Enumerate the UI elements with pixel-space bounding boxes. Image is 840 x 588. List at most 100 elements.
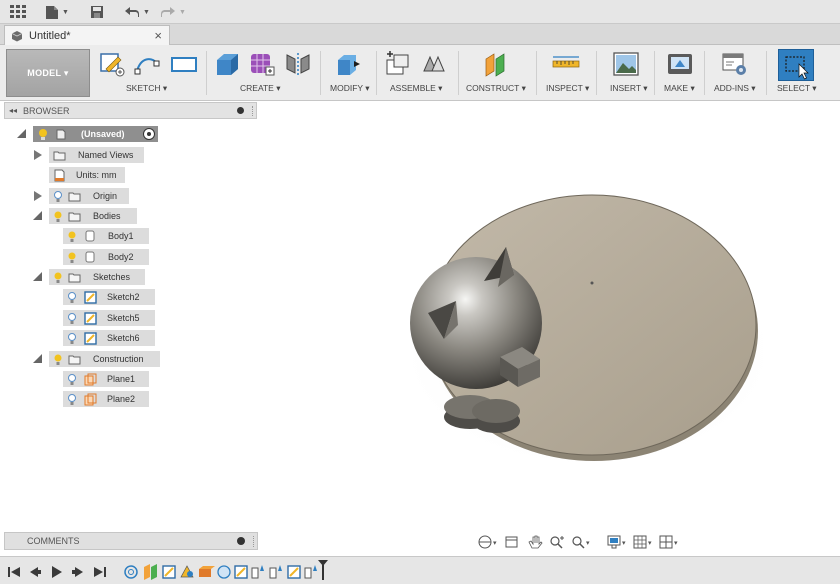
- expand-toggle-icon[interactable]: [33, 211, 42, 220]
- timeline-pull-feature-icon[interactable]: [304, 565, 317, 579]
- expand-toggle-icon[interactable]: [33, 354, 42, 363]
- tree-node-origin[interactable]: Origin: [49, 188, 129, 204]
- browser-panel-header[interactable]: ◂◂ BROWSER: [4, 102, 257, 119]
- visibility-bulb-icon[interactable]: [53, 271, 63, 284]
- select-tool-button[interactable]: [778, 49, 814, 81]
- box-icon[interactable]: [213, 51, 241, 77]
- step-forward-icon[interactable]: [72, 567, 83, 577]
- timeline-marker-icon[interactable]: [318, 560, 328, 580]
- insert-group-label[interactable]: INSERT ▾: [610, 83, 648, 94]
- make-group-label[interactable]: MAKE ▾: [664, 83, 695, 94]
- visibility-bulb-icon[interactable]: [53, 353, 63, 366]
- visibility-bulb-icon[interactable]: [67, 332, 77, 345]
- scripts-addins-icon[interactable]: [720, 51, 748, 77]
- step-back-icon[interactable]: [30, 567, 41, 577]
- timeline-sphere-feature-icon[interactable]: [124, 565, 138, 579]
- save-icon[interactable]: [90, 3, 104, 21]
- modify-group-label[interactable]: MODIFY ▾: [330, 83, 370, 94]
- timeline-plane-feature-icon[interactable]: [144, 564, 157, 580]
- redo-icon[interactable]: ▼: [160, 3, 186, 21]
- timeline-pull-feature-icon[interactable]: [269, 565, 282, 579]
- workspace-switcher[interactable]: MODEL ▾: [6, 49, 90, 97]
- timeline-sketch-feature-icon[interactable]: [162, 565, 176, 579]
- undo-icon[interactable]: ▼: [124, 3, 150, 21]
- timeline-sketch-feature-icon[interactable]: [234, 565, 248, 579]
- form-icon[interactable]: [248, 51, 276, 77]
- sketch-group-label[interactable]: SKETCH ▾: [126, 83, 167, 94]
- display-settings-icon[interactable]: ▾: [607, 535, 626, 549]
- addins-group-label[interactable]: ADD-INS ▾: [714, 83, 756, 94]
- press-pull-icon[interactable]: [334, 51, 362, 77]
- create-sketch-icon[interactable]: [98, 51, 126, 77]
- document-tab[interactable]: Untitled* ×: [4, 25, 170, 45]
- tree-node-bodies[interactable]: Bodies: [49, 208, 137, 224]
- orbit-icon[interactable]: ▾: [478, 535, 497, 549]
- 3d-print-icon[interactable]: [666, 51, 694, 77]
- app-grid-icon[interactable]: [10, 3, 26, 21]
- panel-resize-handle[interactable]: [253, 536, 254, 547]
- activate-component-icon[interactable]: [143, 128, 155, 140]
- add-comment-icon[interactable]: [237, 537, 245, 545]
- tree-node-body2[interactable]: Body2: [63, 249, 149, 265]
- visibility-bulb-icon[interactable]: [37, 128, 49, 141]
- close-tab-icon[interactable]: ×: [154, 28, 162, 43]
- measure-icon[interactable]: [552, 51, 580, 77]
- comments-panel[interactable]: COMMENTS: [4, 532, 258, 550]
- zoom-window-icon[interactable]: ▾: [572, 536, 590, 549]
- sketch-rectangle-icon[interactable]: [170, 51, 198, 77]
- tree-node-units[interactable]: Units: mm: [49, 167, 125, 183]
- panel-resize-handle[interactable]: [252, 106, 253, 116]
- tree-node-sketch5[interactable]: Sketch5: [63, 310, 155, 326]
- timeline-revolve-feature-icon[interactable]: [217, 565, 231, 579]
- tree-node-sketch2[interactable]: Sketch2: [63, 289, 155, 305]
- tree-node-sketch6[interactable]: Sketch6: [63, 330, 155, 346]
- visibility-bulb-icon[interactable]: [67, 230, 77, 243]
- tree-node-named-views[interactable]: Named Views: [49, 147, 144, 163]
- joint-icon[interactable]: [420, 51, 448, 77]
- timeline-sketch-feature-icon[interactable]: [287, 565, 301, 579]
- visibility-bulb-icon[interactable]: [67, 373, 77, 386]
- expand-toggle-icon[interactable]: [33, 272, 42, 281]
- collapse-browser-icon[interactable]: ◂◂: [9, 106, 17, 115]
- viewports-icon[interactable]: ▾: [659, 535, 678, 549]
- pill-shape-top[interactable]: [472, 399, 520, 423]
- pan-hand-icon[interactable]: [528, 535, 543, 549]
- visibility-bulb-icon[interactable]: [67, 393, 77, 406]
- assemble-group-label[interactable]: ASSEMBLE ▾: [390, 83, 442, 94]
- grid-settings-icon[interactable]: ▾: [633, 535, 652, 549]
- visibility-bulb-icon[interactable]: [53, 210, 63, 223]
- model-canvas[interactable]: [258, 101, 840, 551]
- sketch-line-icon[interactable]: [133, 51, 161, 77]
- select-group-label[interactable]: SELECT ▾: [777, 83, 817, 94]
- timeline-form-feature-icon[interactable]: [180, 565, 194, 578]
- tree-node-sketches[interactable]: Sketches: [49, 269, 145, 285]
- visibility-bulb-icon[interactable]: [67, 312, 77, 325]
- offset-plane-icon[interactable]: [482, 51, 510, 77]
- zoom-icon[interactable]: [550, 536, 564, 549]
- tree-node-plane1[interactable]: Plane1: [63, 371, 149, 387]
- tree-node-construction[interactable]: Construction: [49, 351, 160, 367]
- look-at-icon[interactable]: [505, 536, 518, 548]
- construct-group-label[interactable]: CONSTRUCT ▾: [466, 83, 526, 94]
- create-group-label[interactable]: CREATE ▾: [240, 83, 280, 94]
- inspect-group-label[interactable]: INSPECT ▾: [546, 83, 589, 94]
- expand-toggle-icon[interactable]: [34, 191, 42, 201]
- go-to-end-icon[interactable]: [94, 567, 106, 577]
- expand-toggle-icon[interactable]: [17, 129, 26, 138]
- tree-node-plane2[interactable]: Plane2: [63, 391, 149, 407]
- 3d-viewport[interactable]: [258, 101, 840, 551]
- tree-node-body1[interactable]: Body1: [63, 228, 149, 244]
- go-to-start-icon[interactable]: [8, 567, 20, 577]
- visibility-bulb-icon[interactable]: [53, 190, 63, 203]
- new-component-icon[interactable]: [384, 51, 412, 77]
- timeline-extrude-feature-icon[interactable]: [199, 566, 215, 577]
- tree-root-node[interactable]: (Unsaved): [33, 126, 158, 142]
- timeline-pull-feature-icon[interactable]: [251, 565, 264, 579]
- browser-pin-icon[interactable]: [237, 107, 244, 114]
- mirror-icon[interactable]: [284, 51, 312, 77]
- insert-image-icon[interactable]: [612, 51, 640, 77]
- visibility-bulb-icon[interactable]: [67, 291, 77, 304]
- file-menu-icon[interactable]: ▼: [45, 3, 69, 21]
- expand-toggle-icon[interactable]: [34, 150, 42, 160]
- visibility-bulb-icon[interactable]: [67, 251, 77, 264]
